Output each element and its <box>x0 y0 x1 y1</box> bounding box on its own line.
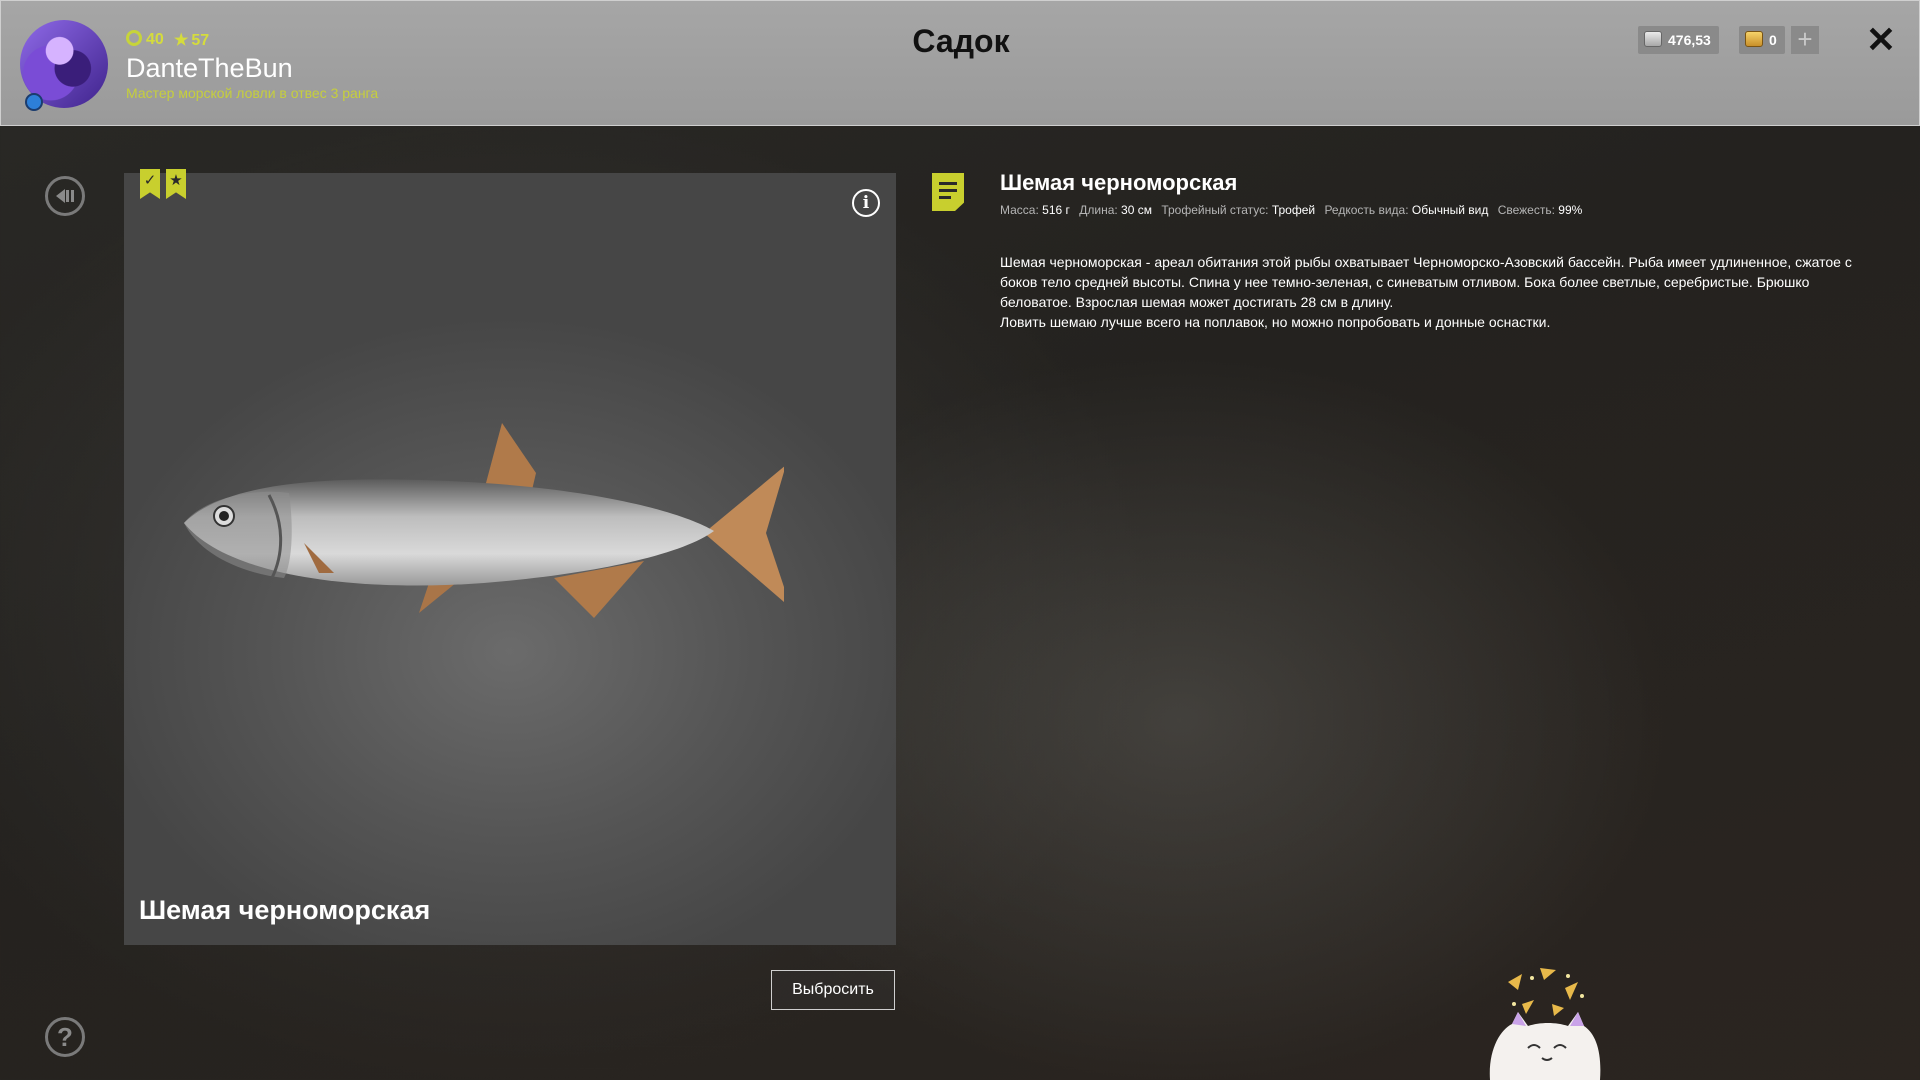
prop-value: 99% <box>1558 203 1583 217</box>
top-bar: 40 ★ 57 DanteTheBun Мастер морской ловли … <box>0 0 1920 126</box>
stars-value: 57 <box>191 32 210 49</box>
info-button[interactable]: i <box>852 189 880 217</box>
gold-coin-icon <box>1745 31 1763 47</box>
fish-image <box>184 423 784 618</box>
star-bookmark-icon: ★ <box>166 169 186 199</box>
level-stat: 40 <box>126 30 164 49</box>
back-arrow-icon <box>56 189 74 203</box>
fish-name-caption: Шемая черноморская <box>139 895 431 925</box>
gold-amount: 0 <box>1769 32 1777 48</box>
fish-image-panel: ✓ ★ i Шемая черноморская <box>124 169 896 945</box>
fish-description: Шемая черноморская - ареал обитания этой… <box>1000 252 1870 332</box>
player-name[interactable]: DanteTheBun <box>126 53 293 84</box>
prop-label: Длина: <box>1079 203 1118 217</box>
prop-value: 30 см <box>1121 203 1152 217</box>
player-rank: Мастер морской ловли в отвес 3 ранга <box>126 85 379 101</box>
description-paragraph: Ловить шемаю лучше всего на поплавок, но… <box>1000 314 1551 330</box>
back-button[interactable] <box>45 176 85 216</box>
prop-label: Масса: <box>1000 203 1039 217</box>
gold-currency: 0 <box>1739 26 1785 54</box>
prop-label: Редкость вида: <box>1324 203 1409 217</box>
fish-title: Шемая черноморская <box>1000 170 1238 195</box>
checked-bookmark-icon: ✓ <box>140 169 160 199</box>
cat-mascot-icon[interactable] <box>1470 960 1610 1080</box>
fish-properties: Масса: 516 г Длина: 30 см Трофейный стат… <box>1000 203 1588 217</box>
document-icon <box>932 173 964 211</box>
description-paragraph: Шемая черноморская - ареал обитания этой… <box>1000 254 1852 310</box>
prop-value: Обычный вид <box>1411 203 1489 217</box>
silver-amount: 476,53 <box>1668 32 1711 48</box>
discard-button[interactable]: Выбросить <box>771 970 895 1010</box>
silver-currency: 476,53 <box>1638 26 1719 54</box>
level-ring-icon <box>126 30 142 46</box>
prop-value: Трофей <box>1271 203 1316 217</box>
silver-coin-icon <box>1644 31 1662 47</box>
prop-label: Трофейный статус: <box>1161 203 1269 217</box>
close-button[interactable]: ✕ <box>1865 21 1897 59</box>
help-button[interactable]: ? <box>45 1017 85 1057</box>
stars-stat: ★ 57 <box>174 30 209 50</box>
prop-value: 516 г <box>1042 203 1070 217</box>
star-icon: ★ <box>174 32 189 49</box>
prop-label: Свежесть: <box>1497 203 1555 217</box>
online-status-icon <box>25 93 43 111</box>
level-value: 40 <box>146 31 164 48</box>
add-currency-button[interactable]: + <box>1791 26 1819 54</box>
